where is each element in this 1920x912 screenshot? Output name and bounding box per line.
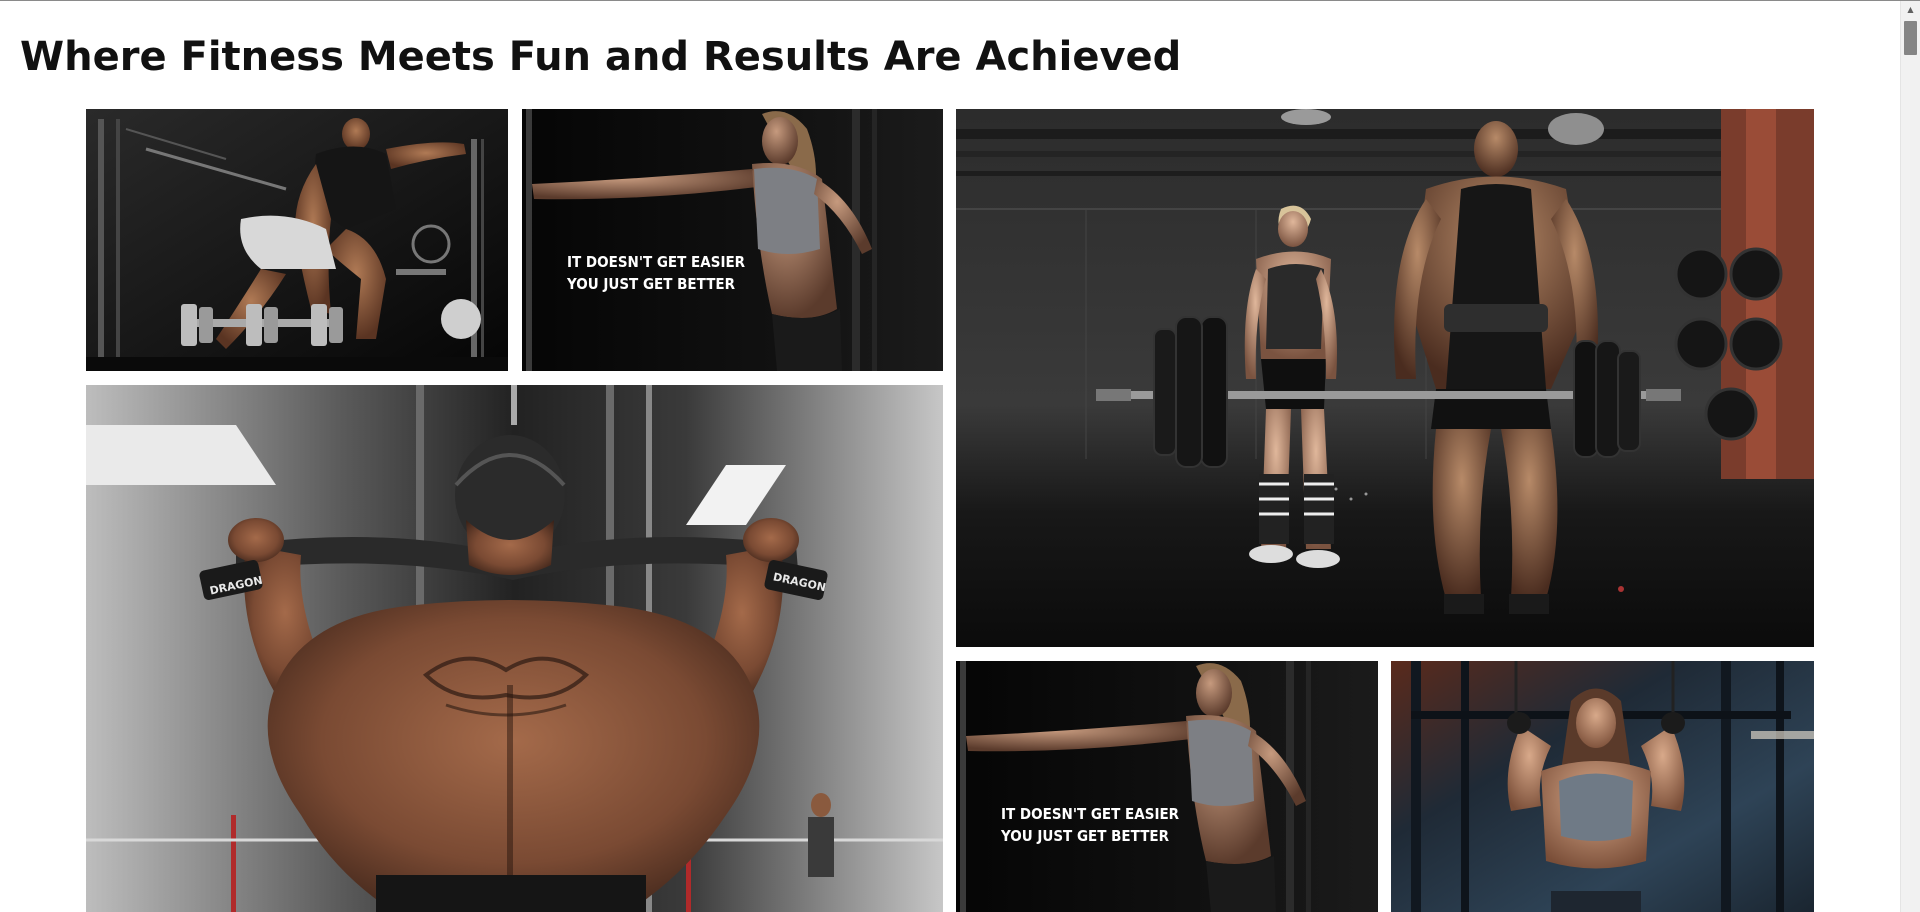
photo-woman-rig (1391, 661, 1814, 912)
gallery-image-motivation-2[interactable]: IT DOESN'T GET EASIER YOU JUST GET BETTE… (956, 661, 1378, 912)
scrollbar-thumb[interactable] (1904, 21, 1917, 55)
gallery-image-lat-pulldown[interactable]: DRAGON DRAGON (86, 385, 943, 912)
vertical-scrollbar[interactable]: ▲ (1900, 1, 1920, 912)
photo-woman-stretching-2: IT DOESN'T GET EASIER YOU JUST GET BETTE… (956, 661, 1378, 912)
motivation-caption-line1: IT DOESN'T GET EASIER (1001, 805, 1180, 823)
motivation-caption-line2: YOU JUST GET BETTER (566, 275, 736, 293)
motivation-caption-line2: YOU JUST GET BETTER (1000, 827, 1170, 845)
gallery-image-motivation-1[interactable]: IT DOESN'T GET EASIER YOU JUST GET BETTE… (522, 109, 943, 371)
scroll-up-arrow-icon[interactable]: ▲ (1901, 1, 1920, 18)
gallery-image-deadlift-man[interactable] (86, 109, 508, 371)
gallery-image-woman-rig[interactable] (1391, 661, 1814, 912)
motivation-caption-line1: IT DOESN'T GET EASIER (567, 253, 746, 271)
page-title: Where Fitness Meets Fun and Results Are … (20, 34, 1182, 80)
photo-lat-pulldown: DRAGON DRAGON (86, 385, 943, 912)
photo-couple-deadlift (956, 109, 1814, 647)
photo-woman-stretching: IT DOESN'T GET EASIER YOU JUST GET BETTE… (522, 109, 943, 371)
photo-deadlift-man (86, 109, 508, 371)
gallery-image-couple-deadlift[interactable] (956, 109, 1814, 647)
page: Where Fitness Meets Fun and Results Are … (0, 0, 1920, 912)
